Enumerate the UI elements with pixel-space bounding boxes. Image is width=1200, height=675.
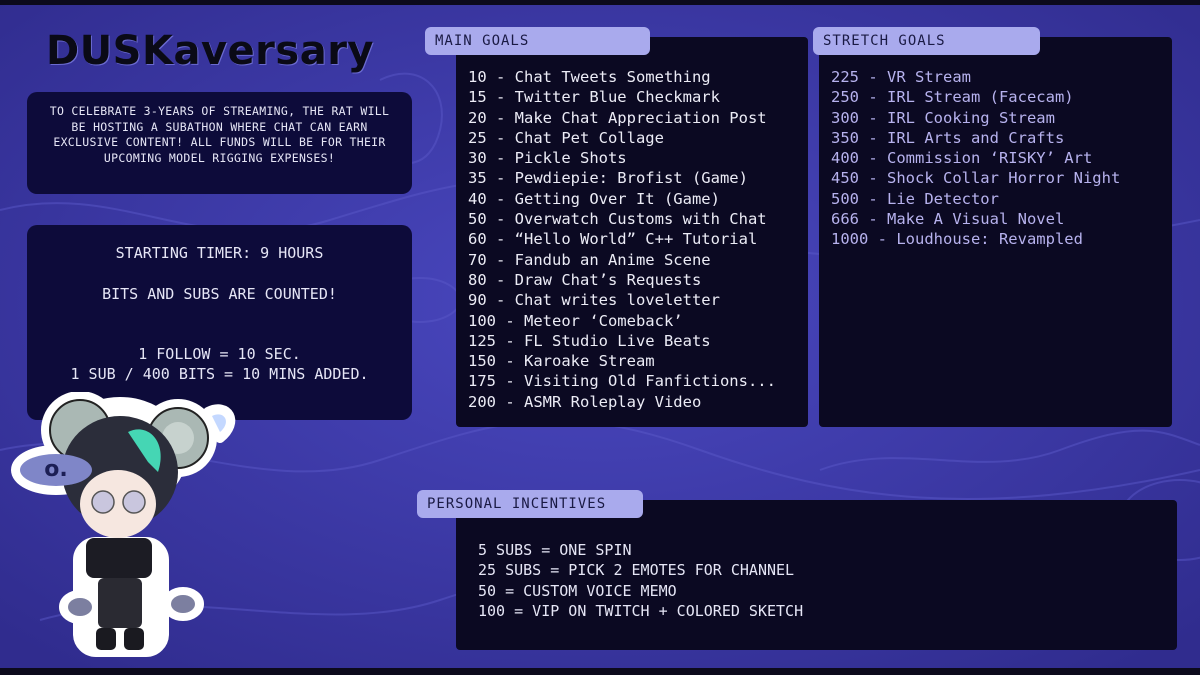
goal-item: 150 - Karoake Stream bbox=[468, 352, 655, 371]
personal-incentives-tab: Personal Incentives bbox=[417, 490, 643, 518]
goal-item: 70 - Fandub an Anime Scene bbox=[468, 250, 711, 269]
goal-item: 100 = VIP on Twitch + Colored Sketch bbox=[478, 601, 804, 620]
goal-item: 100 - Meteor ‘Comeback’ bbox=[468, 311, 683, 330]
goal-item: 175 - Visiting Old Fanfictions... bbox=[468, 372, 776, 391]
intro-text: To celebrate 3-years of streaming, the r… bbox=[49, 104, 390, 165]
goal-item: 400 - Commission ‘RISKY’ Art bbox=[831, 149, 1093, 168]
bottom-border bbox=[0, 668, 1200, 675]
personal-incentives-panel: 5 Subs = One Spin 25 Subs = Pick 2 Emotes… bbox=[456, 500, 1177, 650]
stretch-goals-panel: 225 - VR Stream 250 - IRL Stream (Facecam… bbox=[819, 37, 1172, 427]
timer-panel: Starting Timer: 9 Hours Bits and subs ar… bbox=[27, 225, 412, 420]
intro-panel: To celebrate 3-years of streaming, the r… bbox=[27, 92, 412, 194]
goal-item: 10 - Chat Tweets Something bbox=[468, 68, 711, 86]
goal-item: 30 - Pickle Shots bbox=[468, 149, 627, 168]
goal-item: 35 - Pewdiepie: Brofist (Game) bbox=[468, 169, 748, 188]
main-goals-list: 10 - Chat Tweets Something 15 - Twitter B… bbox=[468, 67, 808, 412]
svg-text:o.: o. bbox=[44, 457, 67, 482]
timer-counted-text: Bits and subs are counted! bbox=[102, 285, 337, 303]
goal-item: 50 = Custom Voice Memo bbox=[478, 581, 677, 600]
goal-item: 350 - IRL Arts and Crafts bbox=[831, 128, 1065, 147]
goal-item: 225 - VR Stream bbox=[831, 68, 971, 86]
goal-item: 60 - “Hello World” C++ Tutorial bbox=[468, 230, 758, 249]
stretch-goals-tab: Stretch Goals bbox=[813, 27, 1040, 55]
goal-item: 20 - Make Chat Appreciation Post bbox=[468, 108, 767, 127]
goal-item: 125 - FL Studio Live Beats bbox=[468, 331, 711, 350]
main-goals-tab: Main Goals bbox=[425, 27, 650, 55]
timer-start-text: Starting Timer: 9 Hours bbox=[115, 244, 324, 262]
page-title: DUSKaversary bbox=[45, 28, 374, 74]
goal-item: 200 - ASMR Roleplay Video bbox=[468, 392, 702, 411]
timer-sub-rate: 1 Sub / 400 Bits = 10 Mins Added. bbox=[70, 365, 369, 383]
stretch-goals-list: 225 - VR Stream 250 - IRL Stream (Facecam… bbox=[831, 67, 1172, 250]
goal-item: 25 - Chat Pet Collage bbox=[468, 128, 664, 147]
goal-item: 500 - Lie Detector bbox=[831, 189, 999, 208]
goal-item: 450 - Shock Collar Horror Night bbox=[831, 169, 1121, 188]
goal-item: 90 - Chat writes loveletter bbox=[468, 291, 720, 310]
goal-item: 1000 - Loudhouse: Revampled bbox=[831, 230, 1083, 249]
goal-item: 15 - Twitter Blue Checkmark bbox=[468, 88, 720, 107]
goal-item: 25 Subs = Pick 2 Emotes for Channel bbox=[478, 561, 795, 580]
personal-incentives-list: 5 Subs = One Spin 25 Subs = Pick 2 Emotes… bbox=[478, 540, 1177, 621]
goal-item: 250 - IRL Stream (Facecam) bbox=[831, 88, 1074, 107]
timer-follow-rate: 1 Follow = 10 Sec. bbox=[138, 345, 301, 363]
goal-item: 50 - Overwatch Customs with Chat bbox=[468, 210, 767, 229]
goal-item: 300 - IRL Cooking Stream bbox=[831, 108, 1055, 127]
main-goals-panel: 10 - Chat Tweets Something 15 - Twitter B… bbox=[456, 37, 808, 427]
goal-item: 5 Subs = One Spin bbox=[478, 541, 632, 559]
top-border bbox=[0, 0, 1200, 5]
goal-item: 40 - Getting Over It (Game) bbox=[468, 189, 720, 208]
mascot-character-illustration: o. bbox=[11, 392, 236, 657]
goal-item: 80 - Draw Chat’s Requests bbox=[468, 270, 702, 289]
goal-item: 666 - Make A Visual Novel bbox=[831, 210, 1065, 229]
